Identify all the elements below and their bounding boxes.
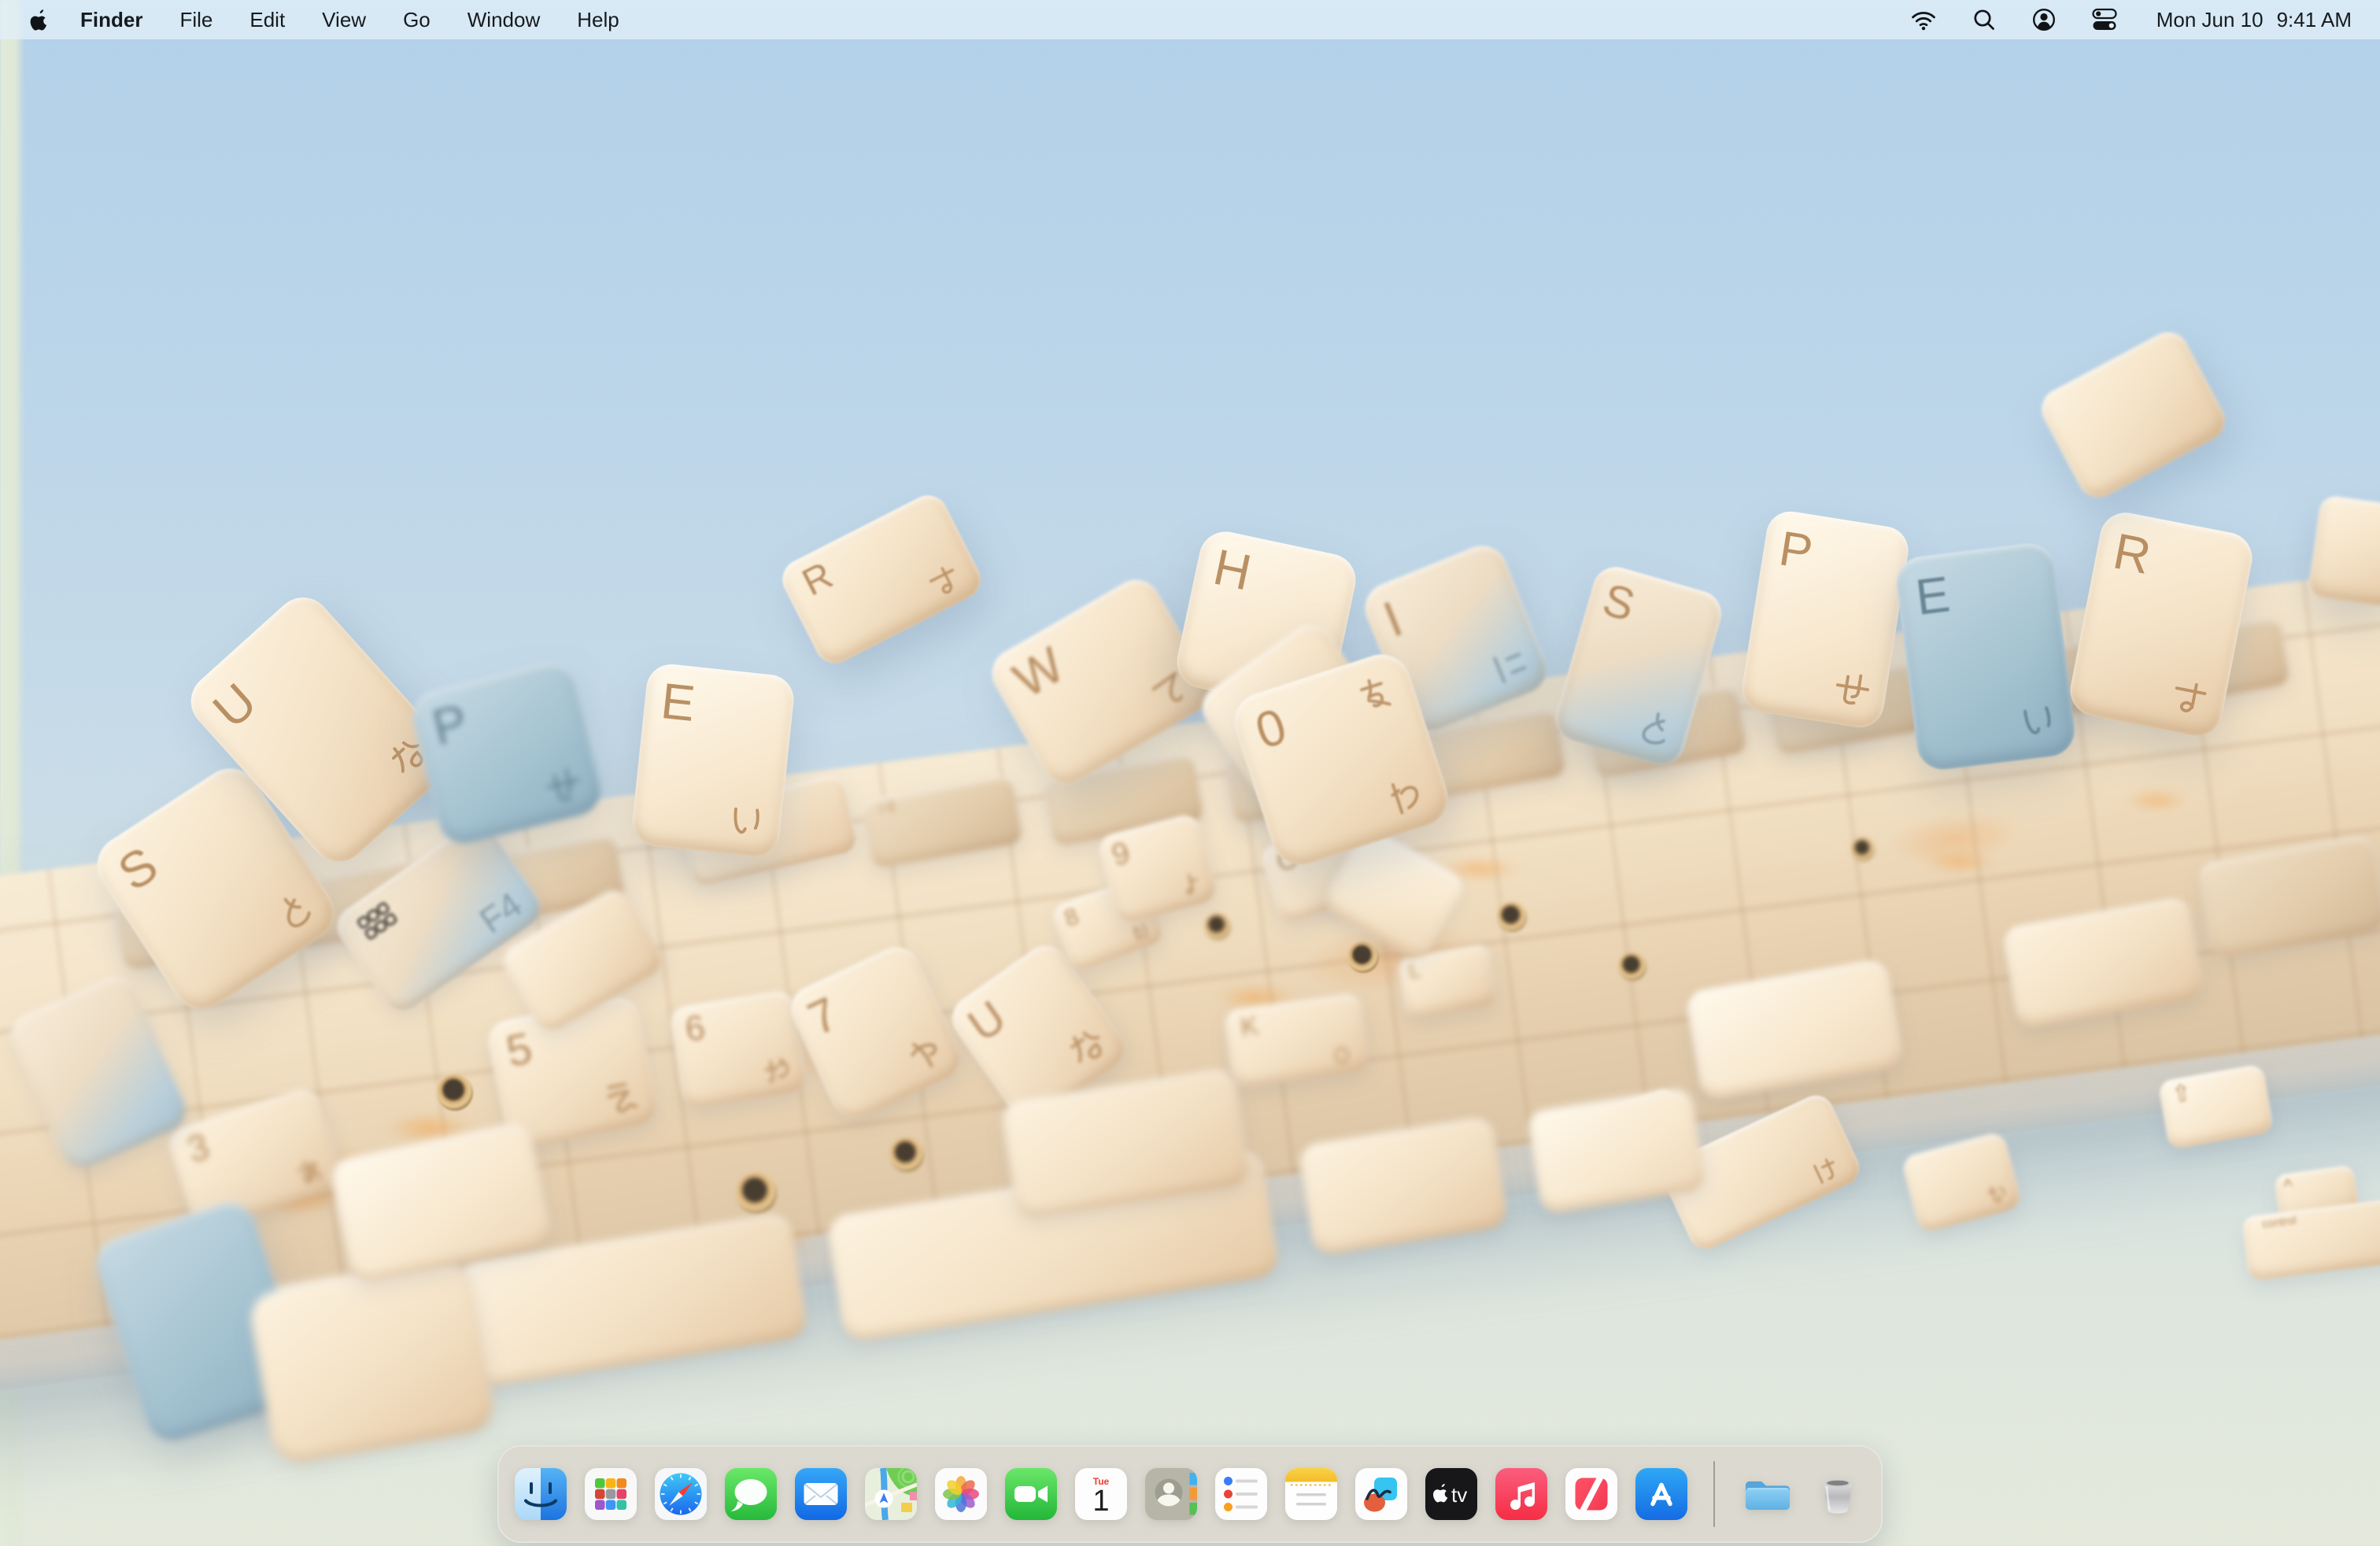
key-switch [889,1137,924,1172]
key-switch [1618,952,1646,981]
dock-item-finder[interactable] [514,1467,567,1521]
calendar-icon: Tue 1 [1074,1467,1128,1521]
key-switch [1497,902,1527,932]
menu-item-window[interactable]: Window [468,8,540,32]
wifi-icon [1911,9,1936,31]
dock: Tue 1 tv [497,1445,1883,1543]
dock-item-appstore[interactable] [1635,1467,1688,1521]
safari-icon [654,1467,708,1521]
reminders-icon [1214,1467,1268,1521]
apple-menu[interactable] [28,8,49,31]
dock-item-maps[interactable] [864,1467,918,1521]
apple-logo-icon [28,8,49,31]
menu-bar: Finder File Edit View Go Window Help [0,0,2380,39]
key-switch [1851,838,1875,861]
keycap [2307,494,2380,608]
clock-date: Mon Jun 10 [2156,8,2264,32]
dock-item-appletv[interactable]: tv [1425,1467,1478,1521]
menu-item-finder[interactable]: Finder [80,8,142,32]
news-icon [1565,1467,1618,1521]
user-switch-menu-extra[interactable] [2032,8,2056,31]
menu-bar-clock[interactable]: Mon Jun 10 9:41 AM [2156,8,2352,32]
menu-item-go[interactable]: Go [403,8,431,32]
appletv-icon: tv [1425,1467,1478,1521]
dock-item-photos[interactable] [934,1467,988,1521]
facetime-icon [1004,1467,1058,1521]
light-glint [2125,791,2188,810]
finder-icon [514,1467,567,1521]
menu-bar-status: Mon Jun 10 9:41 AM [1911,8,2352,32]
maps-icon [864,1467,918,1521]
menu-item-help[interactable]: Help [577,8,619,32]
keycap-R: R [775,489,987,671]
dock-item-safari[interactable] [654,1467,708,1521]
control-center-icon [2092,8,2117,31]
keycap-E: E [1894,541,2078,773]
key-switch [1347,941,1379,973]
appstore-icon [1635,1467,1688,1521]
app-menus: Finder File Edit View Go Window Help [80,8,619,32]
dock-item-news[interactable] [1565,1467,1618,1521]
keycap-E: E [630,662,796,859]
dock-item-messages[interactable] [724,1467,778,1521]
svg-text:1: 1 [1092,1485,1109,1518]
dock-divider [1713,1461,1715,1527]
photos-icon [934,1467,988,1521]
menu-item-edit[interactable]: Edit [249,8,285,32]
dock-item-music[interactable] [1495,1467,1548,1521]
keycap-6: 6 [668,989,808,1109]
clock-time: 9:41 AM [2277,8,2352,32]
dock-item-reminders[interactable] [1214,1467,1268,1521]
dock-item-notes[interactable] [1284,1467,1338,1521]
spotlight-menu-extra[interactable] [1972,8,1996,31]
mail-icon [794,1467,848,1521]
key-switch [437,1074,473,1111]
dock-item-folder[interactable] [1741,1467,1794,1521]
notes-icon [1284,1467,1338,1521]
dock-item-facetime[interactable] [1004,1467,1058,1521]
dock-item-contacts[interactable] [1144,1467,1198,1521]
freeform-icon [1354,1467,1408,1521]
key-switch [736,1173,777,1214]
trash-icon [1811,1467,1864,1521]
user-account-icon [2032,8,2056,31]
folder-icon [1741,1467,1794,1521]
menu-item-file[interactable]: File [179,8,213,32]
menu-item-view[interactable]: View [322,8,366,32]
keycap [2034,325,2232,505]
contacts-icon [1144,1467,1198,1521]
music-icon [1495,1467,1548,1521]
desktop: { "menu_bar": { "active_app": "Finder", … [0,0,2380,1546]
wifi-menu-extra[interactable] [1911,9,1936,31]
dock-item-mail[interactable] [794,1467,848,1521]
light-glint [1924,852,1995,872]
dock-item-trash[interactable] [1811,1467,1864,1521]
search-icon [1972,8,1996,31]
control-center-menu-extra[interactable] [2092,8,2117,31]
dock-items: Tue 1 tv [497,1445,1883,1543]
launchpad-icon [584,1467,638,1521]
dock-item-freeform[interactable] [1354,1467,1408,1521]
key-switch [1204,913,1231,940]
dock-item-calendar[interactable]: Tue 1 [1074,1467,1128,1521]
dock-item-launchpad[interactable] [584,1467,638,1521]
svg-text:tv: tv [1451,1483,1467,1507]
messages-icon [724,1467,778,1521]
